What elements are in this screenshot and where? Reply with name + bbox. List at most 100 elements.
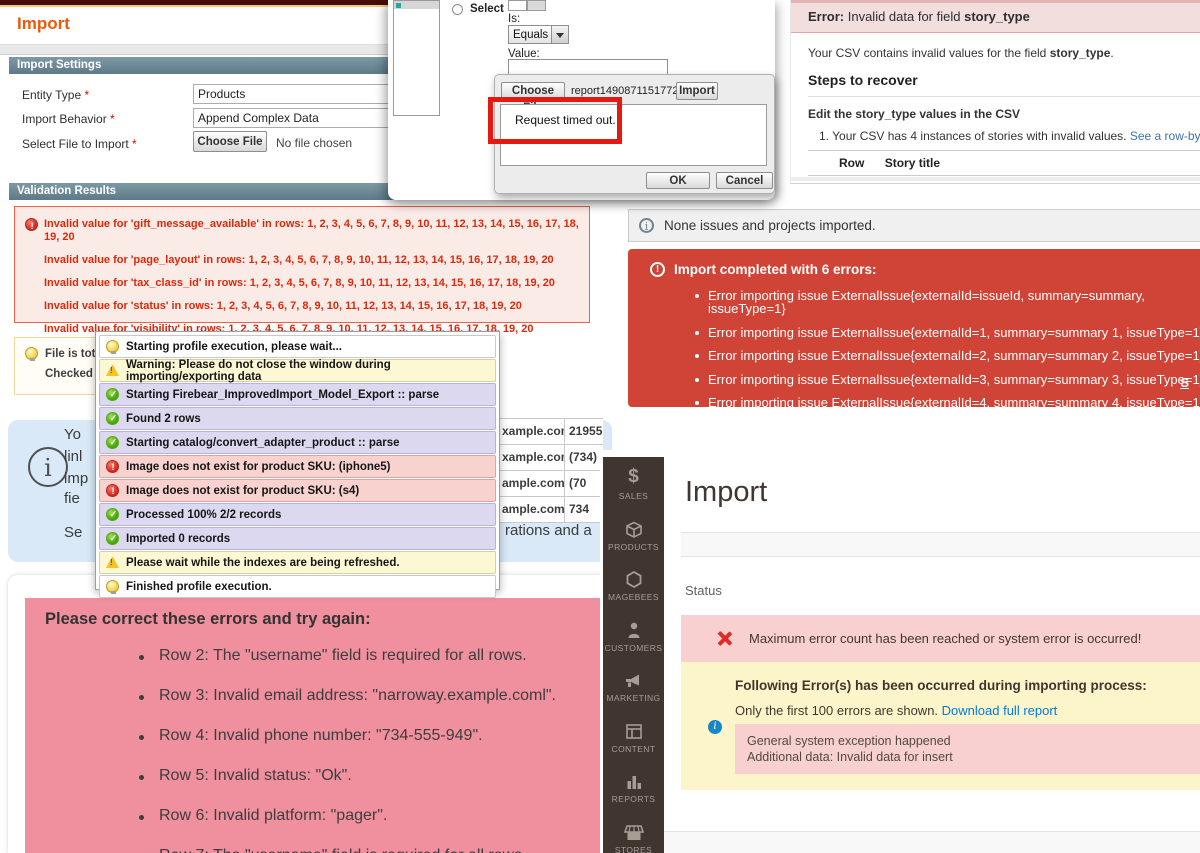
list-item: Row 3: Invalid email address: "narroway.… [133,687,603,705]
log-text: Image does not exist for product SKU: (i… [126,461,391,473]
sidebar-item-stores[interactable]: STORES [603,811,664,853]
import-behavior-select[interactable]: Append Complex Data [193,108,389,128]
m1-validation-error-text: Invalid value for 'page_layout' in rows:… [44,254,554,267]
info-icon: i [639,218,654,233]
m2-status-label: Status [685,583,722,598]
list-item: Row 5: Invalid status: "Ok". [133,767,603,785]
log-text: Starting Firebear_ImprovedImport_Model_E… [126,389,439,401]
sidebar-item-content[interactable]: CONTENT [603,710,664,761]
grid-cell-domain: xample.com [500,445,565,470]
log-text: Imported 0 records [126,533,230,545]
chevron-down-icon[interactable] [552,25,569,44]
table-row: ample.com (70 [500,471,603,497]
error-icon [25,218,38,231]
import-button[interactable]: Import [676,82,718,100]
info-text-fragment: fie [64,490,80,507]
cancel-button[interactable]: Cancel [716,172,773,189]
sidebar-item-products[interactable]: PRODUCTS [603,508,664,559]
bar-chart-icon [603,760,664,791]
list-item: Error importing issue ExternalIssue{exte… [708,373,1200,386]
info-text-fragment: Se [64,524,82,541]
log-status-icon [106,460,119,473]
m2-footer-bar [664,831,1200,853]
lightbulb-icon [25,347,38,360]
entity-type-select[interactable]: Products [193,84,389,104]
is-label: Is: [508,13,520,25]
log-status-icon [106,340,119,353]
log-status-icon [106,484,119,497]
sidebar-item-marketing[interactable]: MARKETING [603,659,664,710]
log-status-icon [106,580,119,593]
steps-heading: Steps to recover [808,72,918,88]
grid-cell-value: 21955 [565,419,603,444]
products-icon [603,508,664,539]
info-text-fragment: imp [64,470,88,487]
content-icon [603,710,664,741]
m1-page-title: Import [17,14,70,34]
sidebar-item-magebees[interactable]: MAGEBEES [603,558,664,609]
megaphone-icon [603,659,664,690]
info-icon: i [708,720,722,734]
panel-bottom-strip [791,177,1200,181]
mini-button[interactable] [527,0,546,11]
log-text: Processed 100% 2/2 records [126,509,281,521]
table-row: xample.com 21955 [500,419,603,445]
log-row: Found 2 rows [99,407,496,430]
m2-error-text: Maximum error count has been reached or … [749,615,1141,662]
csv-errors-list: Row 2: The "username" field is required … [45,647,603,853]
column-header-story-title: Story title [868,156,940,170]
row-by-row-link[interactable]: See a row-by-row breakdown [1130,129,1200,143]
info-circle-icon: i [28,447,68,487]
log-row: Starting catalog/convert_adapter_product… [99,431,496,454]
log-row: Starting profile execution, please wait.… [99,335,496,358]
m2-error-row: Maximum error count has been reached or … [681,615,1200,662]
list-item: Row 6: Invalid platform: "pager". [133,807,603,825]
csv-errors-title: Please correct these errors and try agai… [45,610,603,629]
screenshot-root: Import Import Settings Entity Type * Pro… [0,0,1200,853]
sidebar-item-sales[interactable]: $ SALES [603,457,664,508]
ok-button[interactable]: OK [646,172,710,189]
sidebar-item-customers[interactable]: CUSTOMERS [603,609,664,660]
log-text: Warning: Please do not close the window … [126,359,495,383]
select-radio-label: Select [470,3,504,15]
log-text: Please wait while the indexes are being … [126,557,400,569]
edit-heading: Edit the story_type values in the CSV [808,107,1020,121]
error-x-icon [717,631,732,646]
sales-icon: $ [603,457,664,488]
operator-value: Equals [508,25,552,44]
store-icon [603,811,664,842]
pivotal-error-header: Error: Invalid data for field story_type [791,0,1200,33]
m1-validation-error-row: Invalid value for 'tax_class_id' in rows… [25,277,579,290]
m1-validation-error-text: Invalid value for 'gift_message_availabl… [44,218,579,244]
log-status-icon [106,365,119,376]
log-text: Image does not exist for product SKU: (s… [126,485,359,497]
choose-file-button[interactable]: Choose File [193,131,267,152]
m1-validation-error-row: Invalid value for 'status' in rows: 1, 2… [25,300,579,313]
select-radio[interactable] [452,4,463,15]
pivotal-error-panel: Error: Invalid data for field story_type… [790,0,1200,184]
m1-validation-error-text: Invalid value for 'tax_class_id' in rows… [44,277,555,290]
story-table-header: Row Story title [808,150,1200,176]
m2-page-title: Import [685,476,767,509]
show-more-link[interactable]: S [1180,375,1189,390]
m2-exception-box: General system exception happened Additi… [735,724,1200,774]
list-item: Row 2: The "username" field is required … [133,647,603,665]
log-status-icon [106,557,119,568]
log-text: Finished profile execution. [126,581,272,593]
m1-validation-error-text: Invalid value for 'status' in rows: 1, 2… [44,300,522,313]
m2-notice-panel: i Following Error(s) has been occurred d… [681,662,1200,790]
divider [808,96,1200,97]
filter-listbox[interactable] [393,0,440,116]
list-item: Row 7: The "username" field is required … [133,847,603,853]
operator-select[interactable]: Equals [508,25,569,44]
download-report-link[interactable]: Download full report [942,703,1058,718]
sidebar-item-reports[interactable]: REPORTS [603,760,664,811]
m2-sidebar: $ SALES PRODUCTS MAGEBEES CUSTOMERS MARK… [603,457,664,853]
mini-input[interactable] [508,0,527,11]
customer-icon [603,609,664,640]
log-row: Finished profile execution. [99,575,496,598]
log-text: Starting profile execution, please wait.… [126,341,342,353]
red-highlight-box [488,97,622,144]
m2-notice-subtext: Only the first 100 errors are shown. Dow… [735,703,1057,718]
csv-errors-panel: Please correct these errors and try agai… [25,598,603,853]
